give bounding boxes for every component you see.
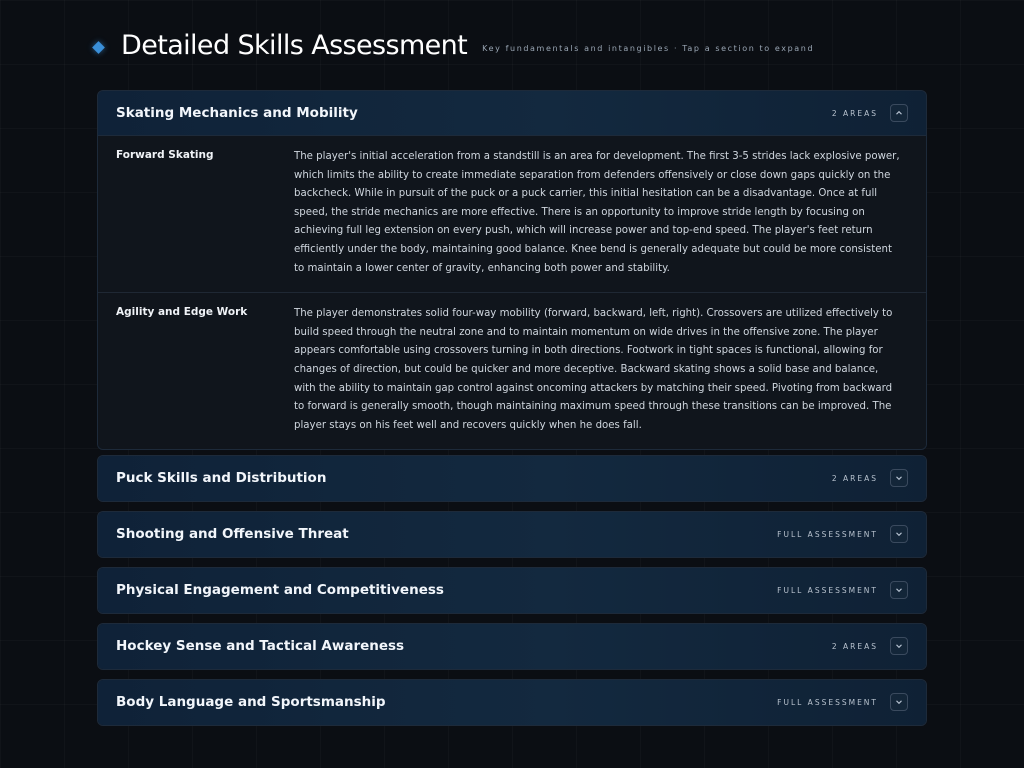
expand-button[interactable] <box>890 637 908 655</box>
area-text: The player demonstrates solid four-way m… <box>294 308 893 431</box>
assessment-area: Forward Skating The player's initial acc… <box>98 136 926 293</box>
section-title: Hockey Sense and Tactical Awareness <box>116 638 405 654</box>
chevron-down-icon <box>896 644 902 649</box>
section-body-language[interactable]: Body Language and Sportsmanship FULL ASS… <box>97 679 927 726</box>
section-badge: FULL ASSESSMENT <box>777 697 878 707</box>
section-header[interactable]: Puck Skills and Distribution 2 AREAS <box>98 456 926 501</box>
expand-button[interactable] <box>890 469 908 487</box>
section-badge: 2 AREAS <box>831 108 878 118</box>
section-puck-skills[interactable]: Puck Skills and Distribution 2 AREAS <box>97 455 927 502</box>
assessment-area: Agility and Edge Work The player demonst… <box>98 292 926 450</box>
chevron-down-icon <box>896 700 902 705</box>
section-badge: 2 AREAS <box>831 641 878 651</box>
section-badge: FULL ASSESSMENT <box>777 585 878 595</box>
area-text: The player's initial acceleration from a… <box>294 151 900 274</box>
chevron-down-icon <box>896 476 902 481</box>
chevron-up-icon <box>896 110 902 115</box>
section-title: Puck Skills and Distribution <box>116 470 327 486</box>
page-title: Detailed Skills Assessment <box>121 30 468 61</box>
section-header[interactable]: Shooting and Offensive Threat FULL ASSES… <box>98 512 926 557</box>
collapse-button[interactable] <box>890 104 908 122</box>
section-badge: 2 AREAS <box>831 473 878 483</box>
section-shooting[interactable]: Shooting and Offensive Threat FULL ASSES… <box>97 511 927 558</box>
section-title: Physical Engagement and Competitiveness <box>116 582 444 598</box>
area-name: Agility and Edge Work <box>116 306 248 319</box>
page-header: Detailed Skills Assessment Key fundament… <box>92 30 815 61</box>
section-header[interactable]: Physical Engagement and Competitiveness … <box>98 568 926 613</box>
chevron-down-icon <box>896 588 902 593</box>
section-hockey-sense[interactable]: Hockey Sense and Tactical Awareness 2 AR… <box>97 623 927 670</box>
section-badge: FULL ASSESSMENT <box>777 529 878 539</box>
section-header[interactable]: Hockey Sense and Tactical Awareness 2 AR… <box>98 624 926 669</box>
chevron-down-icon <box>896 532 902 537</box>
diamond-icon <box>92 41 105 54</box>
page-subtitle: Key fundamentals and intangibles · Tap a… <box>482 44 815 53</box>
area-name: Forward Skating <box>116 149 214 161</box>
section-header[interactable]: Skating Mechanics and Mobility 2 AREAS <box>98 91 926 136</box>
section-skating-mechanics: Skating Mechanics and Mobility 2 AREAS F… <box>97 90 927 451</box>
expand-button[interactable] <box>890 525 908 543</box>
section-title: Skating Mechanics and Mobility <box>116 105 358 121</box>
section-title: Body Language and Sportsmanship <box>116 694 386 710</box>
section-title: Shooting and Offensive Threat <box>116 526 349 542</box>
expand-button[interactable] <box>890 693 908 711</box>
expand-button[interactable] <box>890 581 908 599</box>
section-physical-engagement[interactable]: Physical Engagement and Competitiveness … <box>97 567 927 614</box>
section-header[interactable]: Body Language and Sportsmanship FULL ASS… <box>98 680 926 725</box>
